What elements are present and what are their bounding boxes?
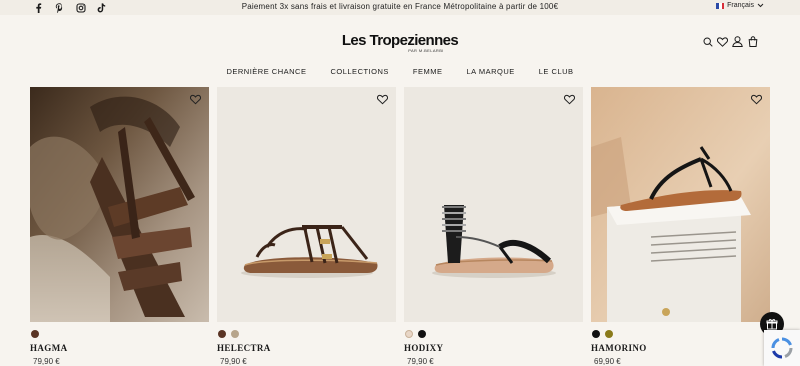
brand-logo[interactable]: Les Tropeziennes PAR M.BELARBI <box>0 32 800 53</box>
product-price: 79,90 € <box>33 357 60 366</box>
nav-item-femme[interactable]: FEMME <box>413 67 443 76</box>
product-name[interactable]: HODIXY <box>404 343 443 353</box>
header-actions <box>702 36 758 47</box>
recaptcha-icon <box>771 337 793 359</box>
product-image[interactable] <box>591 87 770 322</box>
color-swatches <box>592 330 613 338</box>
color-swatch[interactable] <box>231 330 239 338</box>
search-icon[interactable] <box>702 36 713 47</box>
color-swatches <box>218 330 239 338</box>
color-swatches <box>405 330 426 338</box>
product-price: 79,90 € <box>407 357 434 366</box>
color-swatch[interactable] <box>592 330 600 338</box>
nav-item-le-club[interactable]: LE CLUB <box>539 67 574 76</box>
user-icon[interactable] <box>732 36 743 47</box>
product-card[interactable]: HELECTRA 79,90 € <box>217 87 396 366</box>
wishlist-heart-icon[interactable] <box>751 94 762 105</box>
product-price: 79,90 € <box>220 357 247 366</box>
announcement-bar: Paiement 3x sans frais et livraison grat… <box>0 0 800 15</box>
color-swatch[interactable] <box>218 330 226 338</box>
language-selector[interactable]: Français <box>716 2 764 9</box>
logo-wordmark: Les Tropeziennes <box>341 32 459 49</box>
product-name[interactable]: HELECTRA <box>217 343 271 353</box>
wishlist-heart-icon[interactable] <box>377 94 388 105</box>
wishlist-heart-icon[interactable] <box>564 94 575 105</box>
language-label: Français <box>727 2 754 9</box>
product-card[interactable]: HAMORINO 69,90 € <box>591 87 770 366</box>
recaptcha-badge[interactable] <box>764 330 800 366</box>
nav-item-collections[interactable]: COLLECTIONS <box>330 67 388 76</box>
gift-icon <box>766 319 778 330</box>
nav-item-la-marque[interactable]: LA MARQUE <box>467 67 515 76</box>
product-name[interactable]: HAMORINO <box>591 343 647 353</box>
color-swatch[interactable] <box>605 330 613 338</box>
french-flag-icon <box>716 2 725 9</box>
color-swatches <box>31 330 39 338</box>
bag-icon[interactable] <box>747 36 758 47</box>
product-card[interactable]: HAGMA 79,90 € <box>30 87 209 366</box>
main-navigation: DERNIÈRE CHANCE COLLECTIONS FEMME LA MAR… <box>0 67 800 76</box>
site-header: Les Tropeziennes PAR M.BELARBI DERNIÈRE … <box>0 15 800 85</box>
product-name[interactable]: HAGMA <box>30 343 68 353</box>
nav-item-derniere-chance[interactable]: DERNIÈRE CHANCE <box>226 67 306 76</box>
color-swatch[interactable] <box>418 330 426 338</box>
wishlist-heart-icon[interactable] <box>190 94 201 105</box>
product-image[interactable] <box>217 87 396 322</box>
product-image[interactable] <box>30 87 209 322</box>
product-image[interactable] <box>404 87 583 322</box>
product-price: 69,90 € <box>594 357 621 366</box>
heart-icon[interactable] <box>717 36 728 47</box>
color-swatch[interactable] <box>31 330 39 338</box>
chevron-down-icon <box>757 3 764 8</box>
product-card[interactable]: HODIXY 79,90 € <box>404 87 583 366</box>
promo-text: Paiement 3x sans frais et livraison grat… <box>241 2 559 11</box>
color-swatch[interactable] <box>405 330 413 338</box>
